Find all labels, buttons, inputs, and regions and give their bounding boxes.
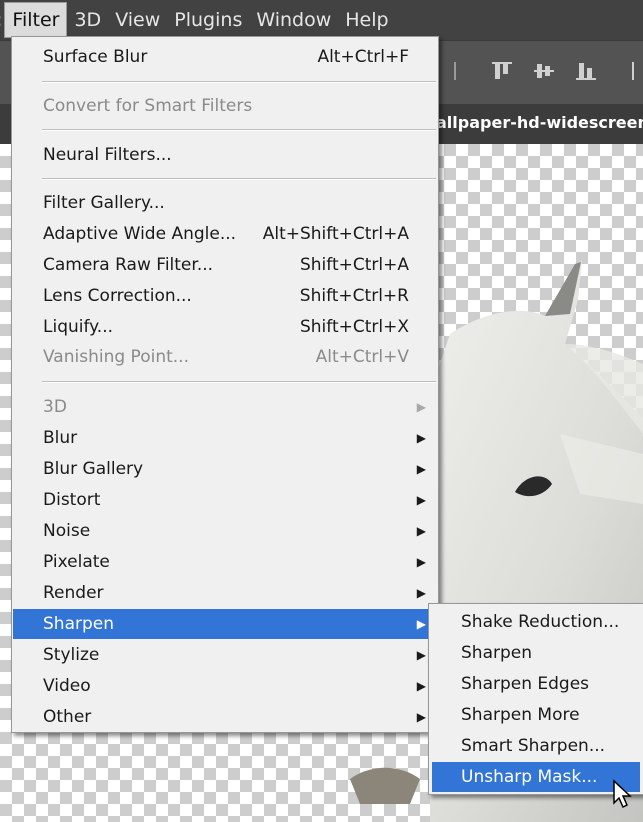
submenu-item-sharpen-more[interactable]: Sharpen More	[432, 700, 640, 730]
item-label: Lens Correction...	[43, 286, 192, 306]
menu-item-sharpen[interactable]: Sharpen ▶	[13, 609, 437, 639]
submenu-arrow-icon: ▶	[416, 400, 426, 414]
menu-item-lens-correction[interactable]: Lens Correction... Shift+Ctrl+R	[13, 281, 437, 311]
menu-item-other[interactable]: Other ▶	[13, 702, 437, 732]
item-label: Neural Filters...	[43, 145, 172, 165]
submenu-arrow-icon: ▶	[416, 493, 426, 507]
submenu-item-sharpen-edges[interactable]: Sharpen Edges	[432, 669, 640, 699]
submenu-item-shake-reduction[interactable]: Shake Reduction...	[432, 607, 640, 637]
sharpen-submenu: Shake Reduction... Sharpen Sharpen Edges…	[428, 603, 643, 795]
item-label: Stylize	[43, 645, 100, 665]
menu-item-neural-filters[interactable]: Neural Filters...	[13, 140, 437, 170]
item-label: Blur	[43, 428, 78, 448]
distribute-icon[interactable]	[452, 60, 462, 82]
menu-separator	[42, 81, 436, 83]
item-shortcut: Alt+Shift+Ctrl+A	[262, 224, 409, 244]
menu-item-stylize[interactable]: Stylize ▶	[13, 640, 437, 670]
item-shortcut: Alt+Ctrl+V	[315, 347, 409, 367]
item-label: Video	[43, 676, 91, 696]
item-label: Pixelate	[43, 552, 110, 572]
menu-plugins[interactable]: Plugins	[167, 2, 249, 38]
filter-menu-dropdown: Surface Blur Alt+Ctrl+F Convert for Smar…	[11, 36, 439, 733]
menu-item-pixelate[interactable]: Pixelate ▶	[13, 547, 437, 577]
item-shortcut: Shift+Ctrl+X	[299, 317, 409, 337]
submenu-item-unsharp-mask[interactable]: Unsharp Mask...	[432, 762, 640, 792]
menu-3d[interactable]: 3D	[67, 2, 108, 38]
menu-item-blur-gallery[interactable]: Blur Gallery ▶	[13, 454, 437, 484]
menu-window[interactable]: Window	[249, 2, 338, 38]
menu-item-3d: 3D ▶	[13, 392, 437, 422]
submenu-arrow-icon: ▶	[416, 648, 426, 662]
item-label: Convert for Smart Filters	[43, 96, 253, 116]
item-shortcut: Shift+Ctrl+A	[299, 255, 409, 275]
document-tab[interactable]: allpaper-hd-widescreen,	[436, 104, 643, 144]
submenu-arrow-icon: ▶	[416, 586, 426, 600]
item-shortcut: Alt+Ctrl+F	[317, 47, 409, 67]
item-label: Distort	[43, 490, 101, 510]
submenu-arrow-icon: ▶	[416, 524, 426, 538]
menu-item-vanishing-point: Vanishing Point... Alt+Ctrl+V	[13, 342, 437, 372]
menu-item-distort[interactable]: Distort ▶	[13, 485, 437, 515]
submenu-item-sharpen[interactable]: Sharpen	[432, 638, 640, 668]
item-label: Camera Raw Filter...	[43, 255, 214, 275]
submenu-arrow-icon: ▶	[416, 710, 426, 724]
menu-separator	[42, 129, 436, 131]
item-label: Noise	[43, 521, 91, 541]
item-label: Render	[43, 583, 104, 603]
menu-bar: : Filter 3D View Plugins Window Help	[0, 0, 643, 40]
menu-item-noise[interactable]: Noise ▶	[13, 516, 437, 546]
submenu-item-smart-sharpen[interactable]: Smart Sharpen...	[432, 731, 640, 761]
menu-item-adaptive-wide-angle[interactable]: Adaptive Wide Angle... Alt+Shift+Ctrl+A	[13, 219, 437, 249]
align-top-edges-icon[interactable]	[490, 60, 514, 82]
mouse-cursor-icon	[613, 779, 632, 809]
submenu-arrow-icon: ▶	[416, 617, 426, 631]
menu-filter[interactable]: Filter	[4, 2, 68, 38]
menu-item-surface-blur[interactable]: Surface Blur Alt+Ctrl+F	[13, 42, 437, 72]
menu-item-liquify[interactable]: Liquify... Shift+Ctrl+X	[13, 312, 437, 342]
menu-item-blur[interactable]: Blur ▶	[13, 423, 437, 453]
menu-item-filter-gallery[interactable]: Filter Gallery...	[13, 188, 437, 218]
menu-item-video[interactable]: Video ▶	[13, 671, 437, 701]
item-label: Vanishing Point...	[43, 347, 189, 367]
item-label: Adaptive Wide Angle...	[43, 224, 237, 244]
align-bottom-edges-icon[interactable]	[574, 60, 598, 82]
submenu-arrow-icon: ▶	[416, 431, 426, 445]
menu-separator	[42, 178, 436, 180]
submenu-arrow-icon: ▶	[416, 679, 426, 693]
menu-separator	[42, 381, 436, 383]
item-label: Filter Gallery...	[43, 193, 165, 213]
item-label: Sharpen	[43, 614, 114, 634]
menu-item-camera-raw-filter[interactable]: Camera Raw Filter... Shift+Ctrl+A	[13, 250, 437, 280]
submenu-arrow-icon: ▶	[416, 555, 426, 569]
menu-item-convert-for-smart-filters: Convert for Smart Filters	[13, 91, 437, 121]
menu-view[interactable]: View	[108, 2, 167, 38]
align-vertical-centers-icon[interactable]	[532, 60, 556, 82]
item-label: Liquify...	[43, 317, 114, 337]
item-label: Surface Blur	[43, 47, 148, 67]
submenu-arrow-icon: ▶	[416, 462, 426, 476]
item-label: Other	[43, 707, 92, 727]
menu-help[interactable]: Help	[338, 2, 395, 38]
item-shortcut: Shift+Ctrl+R	[299, 286, 409, 306]
menu-item-render[interactable]: Render ▶	[13, 578, 437, 608]
item-label: Blur Gallery	[43, 459, 144, 479]
align-left-edges-icon[interactable]	[628, 60, 643, 82]
item-label: 3D	[43, 397, 67, 417]
